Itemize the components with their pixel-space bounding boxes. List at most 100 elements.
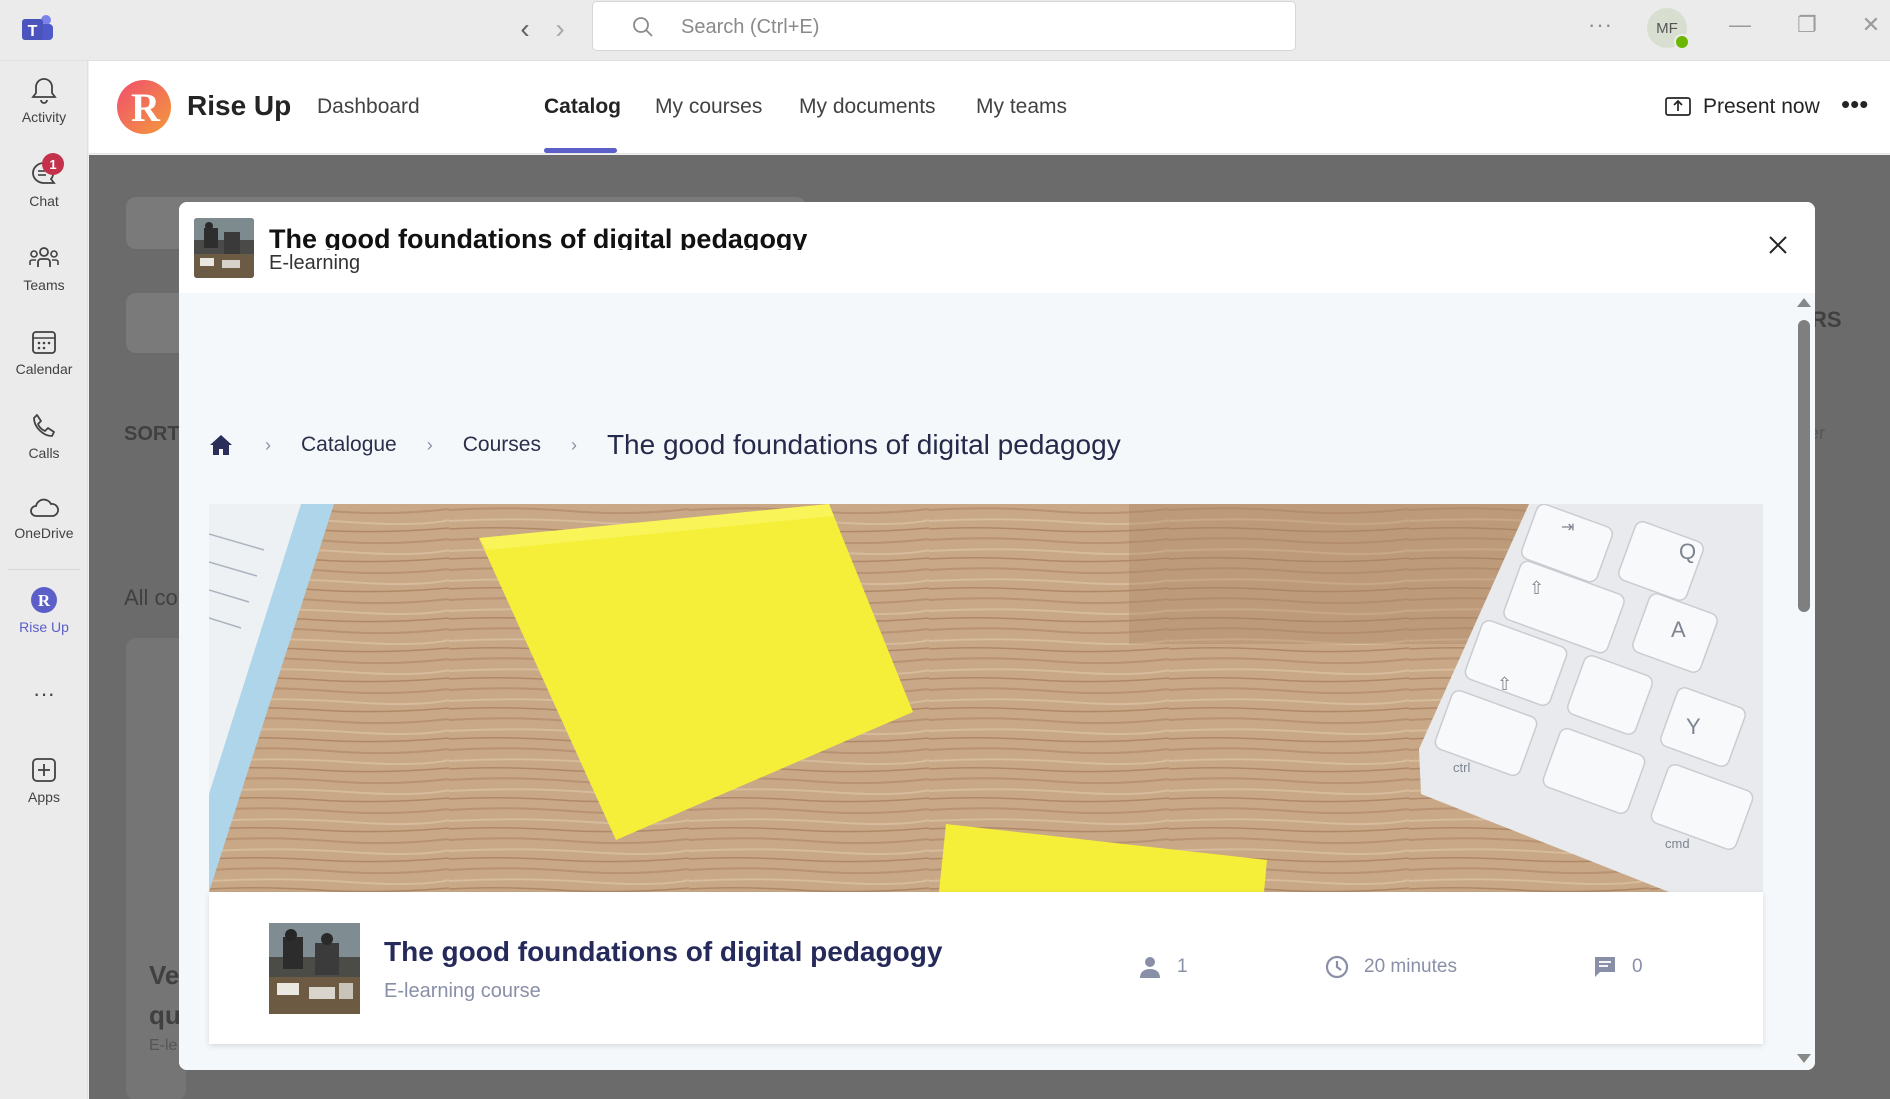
present-now-button[interactable]: Present now — [1665, 95, 1820, 119]
comment-icon — [1595, 957, 1615, 977]
maximize-icon[interactable]: ❐ — [1792, 12, 1822, 42]
person-icon — [1140, 957, 1160, 978]
rail-label: Activity — [21, 109, 67, 125]
bg-card-sub-fragment: E-le — [149, 1037, 178, 1054]
scrollbar-thumb[interactable] — [1798, 320, 1810, 612]
breadcrumb-catalogue[interactable]: Catalogue — [301, 433, 397, 457]
more-options-icon[interactable]: ••• — [1841, 89, 1868, 120]
learners-stat: 1 — [1137, 954, 1188, 980]
close-window-icon[interactable]: ✕ — [1856, 12, 1886, 42]
avatar-initials: MF — [1656, 19, 1678, 37]
dialog-subtitle: E-learning — [269, 252, 361, 274]
chevron-right-icon: › — [570, 434, 577, 455]
rail-divider — [8, 569, 80, 570]
rail-label: Rise Up — [19, 619, 69, 635]
course-banner-image: Q A Y ctrl cmd ⇧ ⇧ ⇥ — [209, 504, 1763, 892]
rail-item-onedrive[interactable]: OneDrive — [0, 495, 88, 571]
duration-value: 20 minutes — [1364, 956, 1457, 977]
cloud-icon — [30, 498, 59, 517]
present-now-label: Present now — [1703, 95, 1820, 118]
forward-arrow-icon[interactable]: › — [545, 13, 575, 44]
svg-text:⇧: ⇧ — [1529, 578, 1544, 598]
title-bar: T ‹ › ··· MF — ❐ ✕ — [0, 0, 1890, 61]
rail-label: Apps — [28, 789, 60, 805]
svg-text:ctrl: ctrl — [1453, 760, 1470, 775]
share-screen-icon — [1665, 97, 1691, 116]
breadcrumb: › Catalogue › Courses › The good foundat… — [207, 425, 1121, 465]
svg-text:Q: Q — [1679, 539, 1696, 564]
status-available-icon — [1674, 34, 1690, 50]
phone-icon — [33, 414, 55, 437]
bg-all-label: All co — [124, 585, 178, 610]
rail-item-teams[interactable]: Teams — [0, 243, 88, 319]
tab-my-documents[interactable]: My documents — [799, 95, 936, 119]
scroll-down-arrow-icon[interactable] — [1797, 1054, 1811, 1063]
back-arrow-icon[interactable]: ‹ — [510, 13, 540, 44]
chevron-right-icon: › — [426, 434, 433, 455]
search-box[interactable] — [592, 1, 1296, 51]
rail-item-apps[interactable]: Apps — [0, 755, 88, 831]
bg-filters-fragment: RS — [1811, 307, 1842, 332]
clock-icon — [1325, 955, 1349, 979]
dialog-header: The good foundations of digital pedagogy… — [179, 202, 1815, 293]
rail-label: Teams — [23, 277, 65, 293]
scroll-up-arrow-icon[interactable] — [1797, 298, 1811, 307]
bg-card-title-fragment: Ve qu — [149, 960, 181, 1030]
logo-letter: R — [131, 85, 160, 130]
rail-item-rise-up[interactable]: R Rise Up — [0, 585, 88, 661]
bg-sort-label: SORT — [124, 423, 180, 445]
svg-text:cmd: cmd — [1665, 836, 1690, 851]
minimize-icon[interactable]: — — [1725, 12, 1755, 42]
dialog-content: › Catalogue › Courses › The good foundat… — [179, 293, 1815, 1070]
rail-label: Chat — [29, 193, 59, 209]
close-icon[interactable] — [1763, 230, 1793, 260]
course-summary-card[interactable]: The good foundations of digital pedagogy… — [209, 892, 1763, 1044]
dialog-title: The good foundations of digital pedagogy — [269, 224, 808, 250]
learners-count: 1 — [1177, 956, 1188, 977]
svg-text:⇧: ⇧ — [1497, 674, 1512, 694]
avatar[interactable]: MF — [1647, 8, 1690, 50]
rail-label: Calls — [28, 445, 60, 461]
rail-item-chat[interactable]: 1 Chat — [0, 153, 88, 235]
rail-item-calls[interactable]: Calls — [0, 411, 88, 487]
course-type: E-learning course — [384, 980, 541, 1002]
course-dialog: The good foundations of digital pedagogy… — [179, 202, 1815, 1070]
app-rail: Activity 1 Chat Teams Calendar Calls One… — [0, 61, 88, 1099]
teams-icon — [29, 247, 59, 267]
plus-box-icon — [32, 758, 56, 782]
teams-logo-icon[interactable]: T — [20, 12, 54, 46]
comments-count: 0 — [1632, 956, 1643, 977]
riseup-icon: R — [31, 587, 57, 613]
course-thumbnail — [269, 923, 360, 1014]
more-options-icon[interactable]: ··· — [1588, 12, 1613, 38]
chevron-right-icon: › — [265, 434, 271, 455]
breadcrumb-current: The good foundations of digital pedagogy — [606, 429, 1121, 460]
breadcrumb-courses[interactable]: Courses — [463, 433, 541, 457]
duration-stat: 20 minutes — [1324, 954, 1457, 980]
tab-dashboard[interactable]: Dashboard — [317, 95, 420, 119]
app-name: Rise Up — [187, 90, 292, 121]
tab-my-teams[interactable]: My teams — [976, 95, 1067, 119]
tab-catalog[interactable]: Catalog — [544, 95, 621, 119]
home-icon[interactable] — [207, 432, 235, 458]
svg-text:Y: Y — [1686, 714, 1701, 739]
rail-label: Calendar — [15, 361, 73, 377]
rail-label: OneDrive — [14, 525, 74, 541]
svg-text:⇥: ⇥ — [1561, 519, 1574, 536]
course-title[interactable]: The good foundations of digital pedagogy — [384, 936, 942, 968]
unread-badge: 1 — [42, 153, 64, 175]
more-apps-icon[interactable]: ··· — [0, 681, 88, 721]
tab-my-courses[interactable]: My courses — [655, 95, 762, 119]
search-input[interactable] — [681, 10, 1241, 44]
svg-text:T: T — [28, 23, 38, 40]
active-tab-indicator — [544, 148, 617, 153]
riseup-logo[interactable]: R — [117, 80, 171, 134]
search-icon — [633, 17, 653, 37]
svg-text:R: R — [38, 591, 51, 610]
rail-item-activity[interactable]: Activity — [0, 75, 88, 151]
rail-item-calendar[interactable]: Calendar — [0, 327, 88, 403]
bell-icon — [31, 78, 57, 104]
calendar-icon — [32, 331, 56, 354]
course-thumbnail — [194, 218, 254, 278]
comments-stat: 0 — [1592, 954, 1643, 980]
